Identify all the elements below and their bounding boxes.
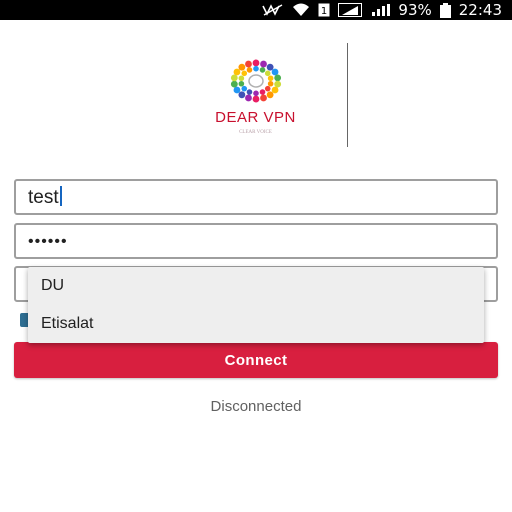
signal-icon	[370, 3, 391, 17]
username-input[interactable]: test	[14, 179, 498, 215]
status-bar: 1 93% 22:43	[0, 0, 512, 20]
connect-button[interactable]: Connect	[14, 342, 498, 378]
connection-status: Disconnected	[210, 398, 302, 415]
wifi-icon	[292, 3, 310, 17]
server-dropdown-list: DU Etisalat	[28, 267, 484, 343]
username-value: test	[28, 186, 62, 209]
logo-title: DEAR VPN	[215, 109, 296, 126]
password-value: ••••••	[28, 233, 68, 250]
battery-icon	[439, 2, 451, 18]
signal-icon	[338, 3, 363, 17]
clock: 22:43	[458, 1, 502, 19]
password-input[interactable]: ••••••	[14, 223, 498, 259]
battery-percent: 93%	[398, 1, 432, 19]
logo-subtitle: CLEAR VOICE	[239, 130, 272, 135]
text-cursor	[59, 186, 62, 206]
dropdown-option-etisalat[interactable]: Etisalat	[28, 305, 484, 343]
logo-dots-icon	[230, 59, 282, 103]
svg-text:1: 1	[321, 6, 327, 17]
app-logo: DEAR VPN CLEAR VOICE	[163, 43, 348, 147]
mute-icon	[262, 4, 284, 16]
sim-icon: 1	[318, 3, 330, 17]
dropdown-option-du[interactable]: DU	[28, 267, 484, 305]
